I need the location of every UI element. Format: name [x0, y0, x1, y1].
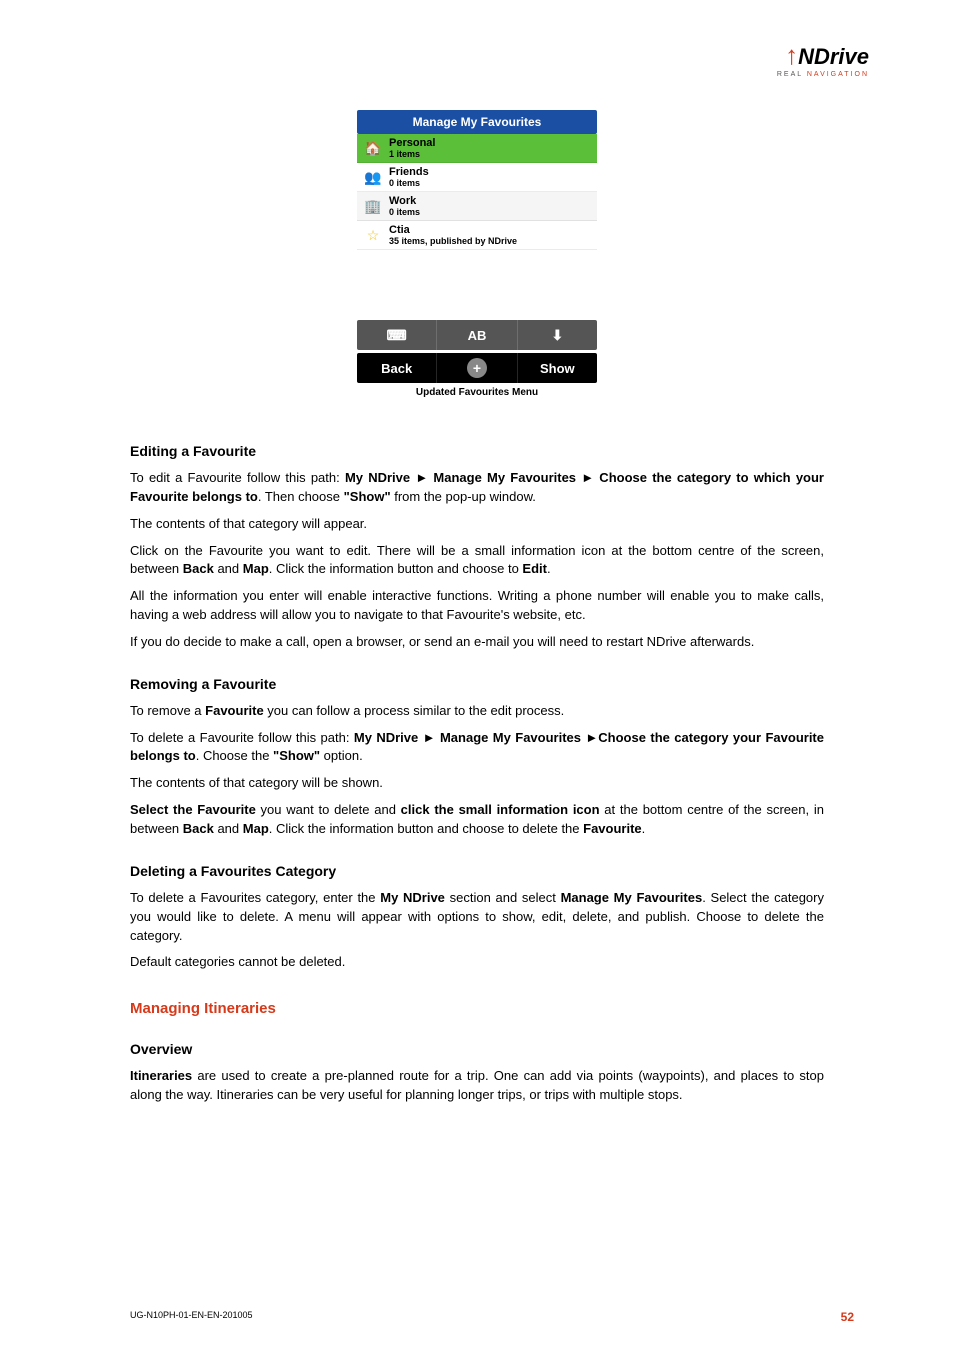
plus-icon: +: [467, 358, 487, 378]
fav-row-personal[interactable]: 🏠 Personal 1 items: [357, 134, 597, 163]
body-text: The contents of that category will appea…: [130, 515, 824, 534]
back-button[interactable]: Back: [357, 353, 437, 383]
body-text: To remove a Favourite you can follow a p…: [130, 702, 824, 721]
keyboard-icon[interactable]: ⌨: [357, 320, 437, 350]
add-button[interactable]: +: [437, 353, 517, 383]
deleting-heading: Deleting a Favourites Category: [130, 863, 824, 879]
brand-arrow-icon: ↑: [785, 40, 798, 70]
body-text: Itineraries are used to create a pre-pla…: [130, 1067, 824, 1105]
fav-name: Ctia: [389, 224, 517, 236]
brand-sub-prefix: REAL: [777, 71, 803, 78]
favourites-header: Manage My Favourites: [357, 110, 597, 134]
overview-heading: Overview: [130, 1041, 824, 1057]
body-text: Default categories cannot be deleted.: [130, 953, 824, 972]
editing-heading: Editing a Favourite: [130, 443, 824, 459]
work-icon: 🏢: [363, 196, 383, 216]
show-button[interactable]: Show: [518, 353, 597, 383]
fav-sub: 0 items: [389, 178, 429, 188]
fav-sub: 0 items: [389, 207, 420, 217]
body-text: Click on the Favourite you want to edit.…: [130, 542, 824, 580]
down-arrow-icon[interactable]: ⬇: [518, 320, 597, 350]
removing-heading: Removing a Favourite: [130, 676, 824, 692]
body-text: The contents of that category will be sh…: [130, 774, 824, 793]
fav-row-ctia[interactable]: ☆ Ctia 35 items, published by NDrive: [357, 221, 597, 250]
fav-name: Friends: [389, 166, 429, 178]
screenshot-caption: Updated Favourites Menu: [357, 387, 597, 398]
body-text: Select the Favourite you want to delete …: [130, 801, 824, 839]
fav-sub: 1 items: [389, 149, 435, 159]
friends-icon: 👥: [363, 167, 383, 187]
page-number: 52: [841, 1310, 854, 1324]
star-icon: ☆: [363, 225, 383, 245]
body-text: To edit a Favourite follow this path: My…: [130, 469, 824, 507]
toolbar-bottom: Back + Show: [357, 353, 597, 383]
toolbar-top: ⌨ AB ⬇: [357, 320, 597, 350]
brand-text: NDrive: [798, 44, 869, 69]
fav-name: Work: [389, 195, 420, 207]
house-icon: 🏠: [363, 138, 383, 158]
itineraries-heading: Managing Itineraries: [130, 1000, 824, 1017]
doc-code: UG-N10PH-01-EN-EN-201005: [130, 1310, 253, 1324]
brand-sub-suffix: NAVIGATION: [807, 71, 869, 78]
fav-name: Personal: [389, 137, 435, 149]
fav-row-friends[interactable]: 👥 Friends 0 items: [357, 163, 597, 192]
body-text: To delete a Favourite follow this path: …: [130, 729, 824, 767]
favourites-screenshot: Manage My Favourites 🏠 Personal 1 items …: [357, 110, 597, 398]
ab-button[interactable]: AB: [437, 320, 517, 350]
body-text: If you do decide to make a call, open a …: [130, 633, 824, 652]
page-footer: UG-N10PH-01-EN-EN-201005 52: [130, 1310, 854, 1324]
body-text: All the information you enter will enabl…: [130, 587, 824, 625]
fav-sub: 35 items, published by NDrive: [389, 236, 517, 246]
body-text: To delete a Favourites category, enter t…: [130, 889, 824, 946]
brand-logo: ↑NDrive REAL NAVIGATION: [777, 40, 869, 78]
fav-row-work[interactable]: 🏢 Work 0 items: [357, 192, 597, 221]
